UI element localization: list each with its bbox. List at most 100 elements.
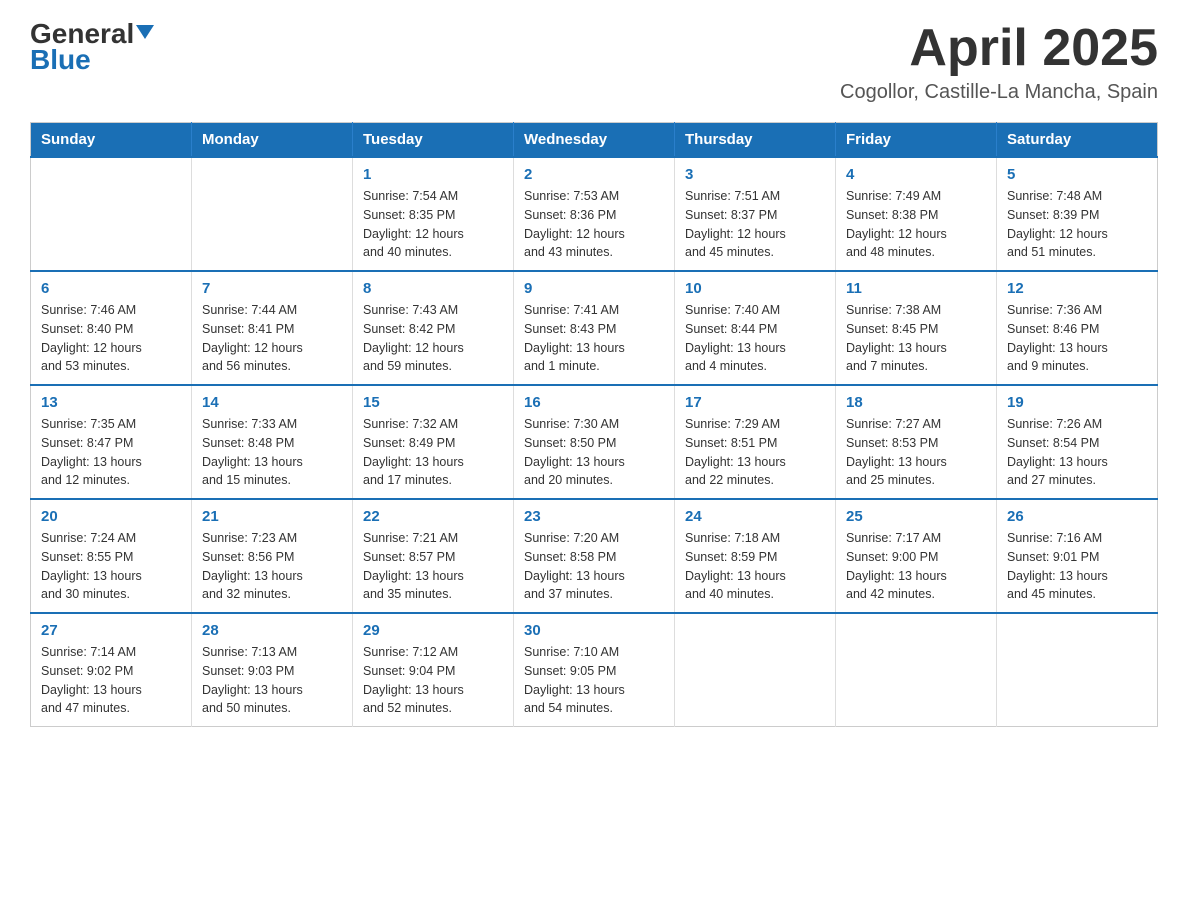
calendar-cell [675,613,836,727]
calendar-week-row: 1 Sunrise: 7:54 AM Sunset: 8:35 PM Daylig… [31,157,1158,271]
day-info: Sunrise: 7:10 AM Sunset: 9:05 PM Dayligh… [524,643,664,718]
day-number: 10 [685,280,825,297]
weekday-header-sunday: Sunday [31,123,192,158]
day-info: Sunrise: 7:26 AM Sunset: 8:54 PM Dayligh… [1007,415,1147,490]
calendar-cell: 10Sunrise: 7:40 AM Sunset: 8:44 PM Dayli… [675,271,836,385]
calendar-cell: 15Sunrise: 7:32 AM Sunset: 8:49 PM Dayli… [353,385,514,499]
calendar-cell [31,157,192,271]
day-number: 9 [524,280,664,297]
day-info: Sunrise: 7:27 AM Sunset: 8:53 PM Dayligh… [846,415,986,490]
calendar-cell: 7 Sunrise: 7:44 AM Sunset: 8:41 PM Daylig… [192,271,353,385]
logo-triangle-icon [136,25,154,39]
day-number: 3 [685,166,825,183]
day-info: Sunrise: 7:54 AM Sunset: 8:35 PM Dayligh… [363,187,503,262]
calendar-cell: 9Sunrise: 7:41 AM Sunset: 8:43 PM Daylig… [514,271,675,385]
calendar-header-row: SundayMondayTuesdayWednesdayThursdayFrid… [31,123,1158,158]
day-info: Sunrise: 7:13 AM Sunset: 9:03 PM Dayligh… [202,643,342,718]
calendar-cell: 22Sunrise: 7:21 AM Sunset: 8:57 PM Dayli… [353,499,514,613]
calendar-cell: 23Sunrise: 7:20 AM Sunset: 8:58 PM Dayli… [514,499,675,613]
day-info: Sunrise: 7:21 AM Sunset: 8:57 PM Dayligh… [363,529,503,604]
calendar-week-row: 6Sunrise: 7:46 AM Sunset: 8:40 PM Daylig… [31,271,1158,385]
day-number: 25 [846,508,986,525]
calendar-cell: 6Sunrise: 7:46 AM Sunset: 8:40 PM Daylig… [31,271,192,385]
day-number: 13 [41,394,181,411]
day-number: 7 [202,280,342,297]
day-info: Sunrise: 7:38 AM Sunset: 8:45 PM Dayligh… [846,301,986,376]
calendar-week-row: 27Sunrise: 7:14 AM Sunset: 9:02 PM Dayli… [31,613,1158,727]
weekday-header-tuesday: Tuesday [353,123,514,158]
day-number: 16 [524,394,664,411]
day-number: 1 [363,166,503,183]
calendar-cell: 30 Sunrise: 7:10 AM Sunset: 9:05 PM Dayli… [514,613,675,727]
calendar-cell: 17 Sunrise: 7:29 AM Sunset: 8:51 PM Dayli… [675,385,836,499]
day-number: 8 [363,280,503,297]
calendar-cell [192,157,353,271]
day-number: 26 [1007,508,1147,525]
calendar-cell: 5 Sunrise: 7:48 AM Sunset: 8:39 PM Daylig… [997,157,1158,271]
day-info: Sunrise: 7:46 AM Sunset: 8:40 PM Dayligh… [41,301,181,376]
calendar-cell: 4 Sunrise: 7:49 AM Sunset: 8:38 PM Daylig… [836,157,997,271]
day-number: 4 [846,166,986,183]
day-number: 5 [1007,166,1147,183]
day-number: 24 [685,508,825,525]
calendar-cell: 21 Sunrise: 7:23 AM Sunset: 8:56 PM Dayli… [192,499,353,613]
calendar-cell: 12 Sunrise: 7:36 AM Sunset: 8:46 PM Dayli… [997,271,1158,385]
day-info: Sunrise: 7:48 AM Sunset: 8:39 PM Dayligh… [1007,187,1147,262]
location-title: Cogollor, Castille-La Mancha, Spain [840,81,1158,104]
calendar-cell: 27Sunrise: 7:14 AM Sunset: 9:02 PM Dayli… [31,613,192,727]
calendar-cell: 14Sunrise: 7:33 AM Sunset: 8:48 PM Dayli… [192,385,353,499]
calendar-cell [836,613,997,727]
logo-blue: Blue [30,46,91,74]
calendar-cell: 26 Sunrise: 7:16 AM Sunset: 9:01 PM Dayli… [997,499,1158,613]
day-info: Sunrise: 7:49 AM Sunset: 8:38 PM Dayligh… [846,187,986,262]
calendar-cell: 18 Sunrise: 7:27 AM Sunset: 8:53 PM Dayli… [836,385,997,499]
calendar-cell: 2 Sunrise: 7:53 AM Sunset: 8:36 PM Daylig… [514,157,675,271]
day-number: 12 [1007,280,1147,297]
weekday-header-thursday: Thursday [675,123,836,158]
logo: General Blue [30,20,154,74]
calendar-cell: 16 Sunrise: 7:30 AM Sunset: 8:50 PM Dayli… [514,385,675,499]
day-info: Sunrise: 7:29 AM Sunset: 8:51 PM Dayligh… [685,415,825,490]
calendar-cell: 28 Sunrise: 7:13 AM Sunset: 9:03 PM Dayli… [192,613,353,727]
title-block: April 2025 Cogollor, Castille-La Mancha,… [840,20,1158,104]
calendar-cell: 11 Sunrise: 7:38 AM Sunset: 8:45 PM Dayli… [836,271,997,385]
day-info: Sunrise: 7:51 AM Sunset: 8:37 PM Dayligh… [685,187,825,262]
day-number: 21 [202,508,342,525]
calendar-table: SundayMondayTuesdayWednesdayThursdayFrid… [30,122,1158,727]
calendar-cell [997,613,1158,727]
day-info: Sunrise: 7:36 AM Sunset: 8:46 PM Dayligh… [1007,301,1147,376]
weekday-header-friday: Friday [836,123,997,158]
day-number: 17 [685,394,825,411]
day-info: Sunrise: 7:43 AM Sunset: 8:42 PM Dayligh… [363,301,503,376]
day-number: 14 [202,394,342,411]
day-number: 30 [524,622,664,639]
day-info: Sunrise: 7:44 AM Sunset: 8:41 PM Dayligh… [202,301,342,376]
day-info: Sunrise: 7:24 AM Sunset: 8:55 PM Dayligh… [41,529,181,604]
day-info: Sunrise: 7:12 AM Sunset: 9:04 PM Dayligh… [363,643,503,718]
day-number: 2 [524,166,664,183]
calendar-cell: 29 Sunrise: 7:12 AM Sunset: 9:04 PM Dayli… [353,613,514,727]
day-number: 27 [41,622,181,639]
month-title: April 2025 [840,20,1158,77]
weekday-header-saturday: Saturday [997,123,1158,158]
day-info: Sunrise: 7:30 AM Sunset: 8:50 PM Dayligh… [524,415,664,490]
day-info: Sunrise: 7:16 AM Sunset: 9:01 PM Dayligh… [1007,529,1147,604]
calendar-cell: 20 Sunrise: 7:24 AM Sunset: 8:55 PM Dayli… [31,499,192,613]
day-number: 19 [1007,394,1147,411]
day-number: 11 [846,280,986,297]
day-number: 18 [846,394,986,411]
calendar-cell: 3 Sunrise: 7:51 AM Sunset: 8:37 PM Daylig… [675,157,836,271]
calendar-cell: 24Sunrise: 7:18 AM Sunset: 8:59 PM Dayli… [675,499,836,613]
calendar-cell: 19 Sunrise: 7:26 AM Sunset: 8:54 PM Dayli… [997,385,1158,499]
day-info: Sunrise: 7:53 AM Sunset: 8:36 PM Dayligh… [524,187,664,262]
day-info: Sunrise: 7:17 AM Sunset: 9:00 PM Dayligh… [846,529,986,604]
day-number: 15 [363,394,503,411]
day-number: 29 [363,622,503,639]
calendar-cell: 13Sunrise: 7:35 AM Sunset: 8:47 PM Dayli… [31,385,192,499]
day-number: 20 [41,508,181,525]
day-info: Sunrise: 7:20 AM Sunset: 8:58 PM Dayligh… [524,529,664,604]
day-info: Sunrise: 7:23 AM Sunset: 8:56 PM Dayligh… [202,529,342,604]
calendar-week-row: 13Sunrise: 7:35 AM Sunset: 8:47 PM Dayli… [31,385,1158,499]
calendar-cell: 25 Sunrise: 7:17 AM Sunset: 9:00 PM Dayli… [836,499,997,613]
day-number: 28 [202,622,342,639]
